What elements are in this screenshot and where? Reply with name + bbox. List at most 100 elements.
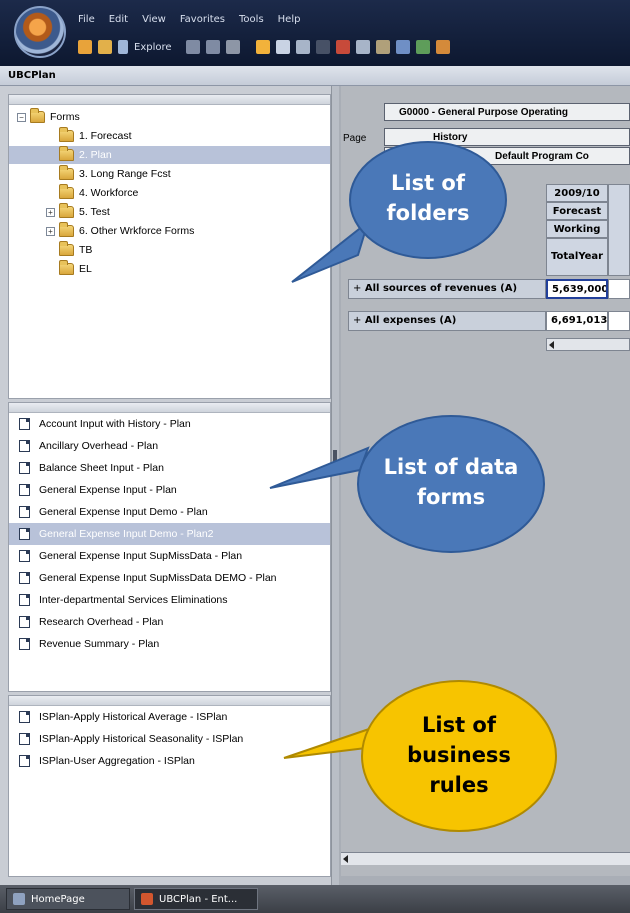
tree-label: Forms: [50, 111, 80, 123]
pencil-icon[interactable]: [255, 40, 270, 54]
save-icon[interactable]: [395, 40, 410, 54]
cell-expenses-next[interactable]: [608, 311, 630, 331]
data-form-label: Balance Sheet Input - Plan: [39, 462, 164, 474]
taskbar-label: HomePage: [31, 893, 85, 905]
rule-icon: [19, 733, 30, 745]
cell-revenues[interactable]: 5,639,000: [546, 279, 608, 299]
toolbar: Explore: [78, 36, 630, 58]
cut-icon[interactable]: [335, 40, 350, 54]
data-form-item[interactable]: General Expense Input SupMissData - Plan: [9, 545, 330, 567]
copy-icon[interactable]: [355, 40, 370, 54]
folder-item[interactable]: + 5. Test: [46, 203, 110, 221]
tree-label: TB: [79, 244, 93, 256]
folder-item[interactable]: 3. Long Range Fcst: [59, 165, 171, 183]
home-icon[interactable]: [78, 40, 92, 54]
undo-icon[interactable]: [315, 40, 330, 54]
taskbar-ubcplan[interactable]: UBCPlan - Ent...: [134, 888, 258, 910]
folder-item[interactable]: TB: [59, 241, 92, 259]
expand-icon[interactable]: +: [46, 207, 55, 217]
data-form-item[interactable]: Ancillary Overhead - Plan: [9, 435, 330, 457]
menu-bar: File Edit View Favorites Tools Help: [78, 14, 300, 25]
data-form-label: General Expense Input - Plan: [39, 484, 177, 496]
tree-label: EL: [79, 263, 92, 275]
business-rule-item[interactable]: ISPlan-Apply Historical Seasonality - IS…: [9, 728, 330, 750]
folder-open-icon[interactable]: [98, 40, 112, 54]
business-rule-item[interactable]: ISPlan-Apply Historical Average - ISPlan: [9, 706, 330, 728]
paste-icon[interactable]: [375, 40, 390, 54]
scroll-left-icon[interactable]: [549, 341, 554, 349]
refresh-icon[interactable]: [185, 40, 200, 54]
folders-pane: − Forms 1. Forecast 2. Plan 3. Long Rang…: [8, 94, 331, 399]
scroll-left-icon[interactable]: [343, 855, 348, 863]
form-icon: [19, 462, 30, 474]
cell-expenses[interactable]: 6,691,013: [546, 311, 608, 331]
page-selector-program[interactable]: Default Program Co: [384, 147, 630, 165]
row-header-revenues[interactable]: + All sources of revenues (A): [348, 279, 546, 299]
folder-item[interactable]: EL: [59, 260, 92, 278]
calc-icon[interactable]: [435, 40, 450, 54]
data-form-item[interactable]: Inter-departmental Services Eliminations: [9, 589, 330, 611]
splitter-grip-icon[interactable]: [333, 450, 337, 474]
menu-view[interactable]: View: [142, 14, 166, 25]
pane-header[interactable]: [9, 696, 330, 706]
pane-header[interactable]: [9, 403, 330, 413]
folder-item[interactable]: 1. Forecast: [59, 127, 132, 145]
pane-header[interactable]: [9, 95, 330, 105]
form-icon: [19, 572, 30, 584]
folder-icon: [59, 165, 74, 180]
expand-icon[interactable]: +: [353, 283, 361, 294]
sync-icon[interactable]: [205, 40, 220, 54]
data-form-label: General Expense Input SupMissData - Plan: [39, 550, 243, 562]
pov-selector[interactable]: G0000 - General Purpose Operating: [384, 103, 630, 121]
menu-file[interactable]: File: [78, 14, 95, 25]
menu-edit[interactable]: Edit: [109, 14, 128, 25]
callout-line: List of data: [383, 455, 519, 479]
explore-icon[interactable]: [118, 40, 128, 54]
pane-splitter[interactable]: [331, 86, 339, 885]
data-form-item[interactable]: Revenue Summary - Plan: [9, 633, 330, 655]
menu-help[interactable]: Help: [278, 14, 301, 25]
form-horizontal-scrollbar[interactable]: [341, 852, 630, 865]
folder-item[interactable]: 4. Workforce: [59, 184, 138, 202]
print-icon[interactable]: [225, 40, 240, 54]
row-header-expenses[interactable]: + All expenses (A): [348, 311, 546, 331]
column-header-version: Working: [546, 220, 608, 238]
form-icon: [19, 484, 30, 496]
tree-root-forms[interactable]: − Forms: [17, 108, 80, 126]
chart-icon[interactable]: [295, 40, 310, 54]
menu-tools[interactable]: Tools: [239, 14, 264, 25]
data-form-label: General Expense Input Demo - Plan: [39, 506, 208, 518]
data-form-item[interactable]: General Expense Input Demo - Plan: [9, 501, 330, 523]
app-logo-icon[interactable]: [14, 6, 66, 58]
folder-item[interactable]: + 6. Other Wrkforce Forms: [46, 222, 194, 240]
expand-icon[interactable]: +: [353, 315, 361, 326]
taskbar-homepage[interactable]: HomePage: [6, 888, 130, 910]
folder-icon: [59, 260, 74, 275]
form-icon: [19, 594, 30, 606]
grid-horizontal-scrollbar[interactable]: [546, 338, 630, 351]
data-form-item[interactable]: Research Overhead - Plan: [9, 611, 330, 633]
find-icon[interactable]: [275, 40, 290, 54]
explore-button[interactable]: Explore: [134, 42, 172, 53]
data-form-item[interactable]: General Expense Input - Plan: [9, 479, 330, 501]
page-selector[interactable]: History: [384, 128, 630, 146]
column-header-period: TotalYear: [546, 238, 608, 276]
collapse-icon[interactable]: −: [17, 112, 26, 122]
callout-line: rules: [429, 773, 489, 797]
rule-icon: [19, 755, 30, 767]
folder-item[interactable]: 2. Plan: [9, 146, 330, 164]
cell-revenues-next[interactable]: [608, 279, 630, 299]
callout-line: folders: [386, 201, 470, 225]
business-rule-item[interactable]: ISPlan-User Aggregation - ISPlan: [9, 750, 330, 772]
tree-label: 4. Workforce: [79, 187, 139, 199]
data-form-item-selected[interactable]: General Expense Input Demo - Plan2: [9, 523, 330, 545]
spreadsheet-icon[interactable]: [415, 40, 430, 54]
rule-icon: [19, 711, 30, 723]
data-form-label: Inter-departmental Services Eliminations: [39, 594, 228, 606]
homepage-icon: [13, 893, 25, 905]
data-form-item[interactable]: General Expense Input SupMissData DEMO -…: [9, 567, 330, 589]
menu-favorites[interactable]: Favorites: [180, 14, 225, 25]
data-form-item[interactable]: Balance Sheet Input - Plan: [9, 457, 330, 479]
data-form-item[interactable]: Account Input with History - Plan: [9, 413, 330, 435]
expand-icon[interactable]: +: [46, 226, 55, 236]
